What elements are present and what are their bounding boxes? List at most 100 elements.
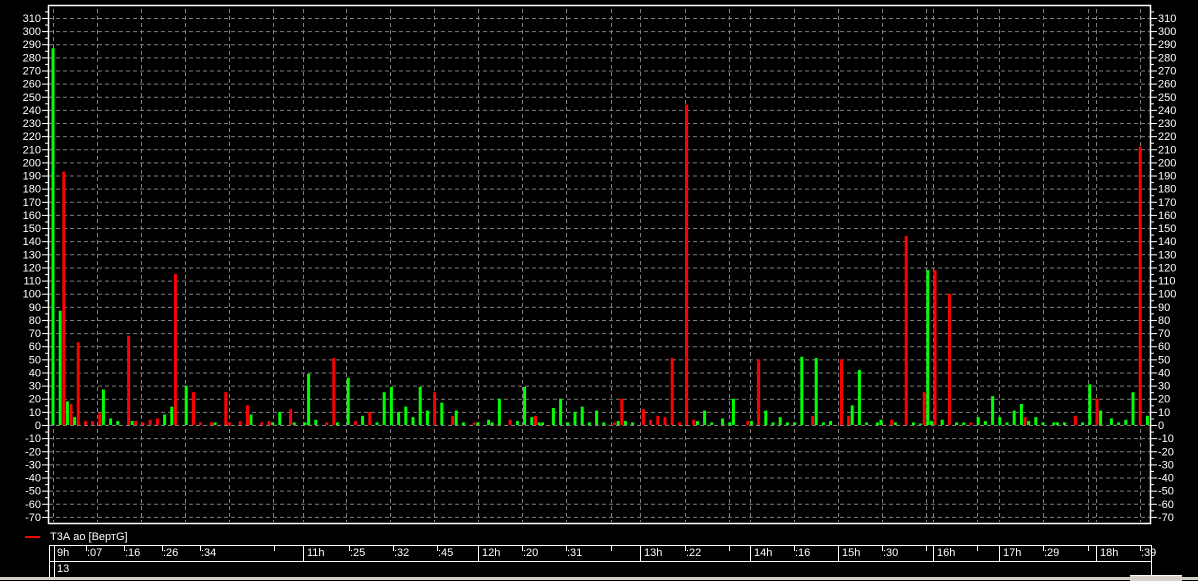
left-axis-label: -70	[25, 512, 41, 524]
left-axis-label: 90	[29, 302, 41, 314]
left-axis-label: 80	[29, 315, 41, 327]
right-axis-label: 160	[1158, 210, 1176, 222]
left-axis-label: 130	[23, 249, 41, 261]
left-axis-label: 220	[23, 131, 41, 143]
tick	[977, 546, 978, 551]
right-axis-label: 70	[1158, 328, 1170, 340]
time-label: :45	[438, 547, 454, 559]
time-label: :25	[350, 547, 366, 559]
up-bar	[721, 418, 725, 425]
right-axis-label: 20	[1158, 394, 1170, 406]
up-bar	[1145, 415, 1149, 425]
right-axis-label: -30	[1158, 459, 1174, 471]
right-axis-label: 90	[1158, 302, 1170, 314]
up-bar	[73, 417, 77, 425]
hour-label: 18h	[1100, 547, 1119, 559]
scroll-box[interactable]	[1130, 575, 1182, 581]
down-bar	[677, 422, 681, 425]
hour-separator	[478, 546, 479, 561]
left-axis-label: 290	[23, 39, 41, 51]
down-bar	[83, 421, 87, 425]
down-bar	[141, 422, 145, 425]
down-bar	[91, 421, 95, 425]
up-bar	[1041, 422, 1045, 425]
left-axis-label: -40	[25, 473, 41, 485]
up-bar	[778, 417, 782, 425]
left-axis-label: 170	[23, 197, 41, 209]
up-bar	[170, 406, 174, 425]
right-axis-label: 60	[1158, 341, 1170, 353]
up-bar	[728, 422, 732, 425]
left-axis-label: -20	[25, 446, 41, 458]
left-axis-label: 230	[23, 118, 41, 130]
down-bar	[267, 421, 271, 425]
up-bar	[602, 422, 606, 425]
down-bar	[1073, 415, 1077, 425]
up-bar	[764, 410, 768, 425]
left-axis-label: 250	[23, 92, 41, 104]
time-label: :20	[523, 547, 539, 559]
up-bar	[411, 417, 415, 425]
left-axis-label: 160	[23, 210, 41, 222]
left-axis-label: 70	[29, 328, 41, 340]
up-bar	[490, 422, 494, 425]
up-bar	[440, 402, 444, 425]
up-bar	[962, 422, 966, 425]
up-bar	[926, 270, 930, 425]
up-bar	[397, 411, 401, 425]
down-bar	[757, 359, 761, 425]
left-axis-label: 200	[23, 157, 41, 169]
up-bar	[551, 407, 555, 425]
left-axis-label: 280	[23, 52, 41, 64]
down-bar	[224, 392, 228, 425]
tick	[1088, 546, 1089, 551]
right-axis-label: 80	[1158, 315, 1170, 327]
right-axis-label: -60	[1158, 499, 1174, 511]
down-bar	[127, 335, 131, 425]
down-bar	[227, 422, 231, 425]
time-label: :26	[163, 547, 179, 559]
down-bar	[890, 419, 894, 425]
right-axis-label: 0	[1158, 420, 1164, 432]
up-bar	[58, 310, 62, 425]
left-axis-label: -50	[25, 486, 41, 498]
up-bar	[573, 411, 577, 425]
time-label: :07	[87, 547, 103, 559]
time-label: :32	[394, 547, 410, 559]
right-axis-label: 220	[1158, 131, 1176, 143]
down-bar	[656, 415, 660, 425]
up-bar	[1012, 410, 1016, 425]
up-bar	[559, 398, 563, 425]
right-axis-label: -10	[1158, 433, 1174, 445]
left-axis-label: 40	[29, 367, 41, 379]
up-bar	[271, 422, 275, 425]
right-axis-label: 40	[1158, 367, 1170, 379]
time-label: :16	[125, 547, 141, 559]
up-bar	[537, 422, 541, 425]
left-axis-label: 60	[29, 341, 41, 353]
up-bar	[303, 422, 307, 425]
right-axis-label: 130	[1158, 249, 1176, 261]
down-bar	[508, 419, 512, 425]
down-bar	[260, 422, 264, 425]
down-bar	[685, 104, 689, 426]
up-bar	[1131, 392, 1135, 425]
up-bar	[710, 422, 714, 425]
up-bar	[911, 422, 915, 425]
up-bar	[404, 406, 408, 425]
left-axis-label: 300	[23, 26, 41, 38]
up-bar	[875, 422, 879, 425]
down-bar	[670, 358, 674, 425]
up-bar	[1055, 422, 1059, 425]
down-bar	[289, 409, 293, 425]
hour-separator	[640, 546, 641, 561]
up-bar	[389, 386, 393, 425]
up-bar	[487, 419, 491, 425]
down-bar	[839, 359, 843, 425]
right-axis-label: 190	[1158, 171, 1176, 183]
right-axis-label: 140	[1158, 236, 1176, 248]
up-bar	[335, 422, 339, 425]
right-axis-label: 120	[1158, 262, 1176, 274]
hour-separator	[750, 546, 751, 561]
right-axis-label: 260	[1158, 79, 1176, 91]
